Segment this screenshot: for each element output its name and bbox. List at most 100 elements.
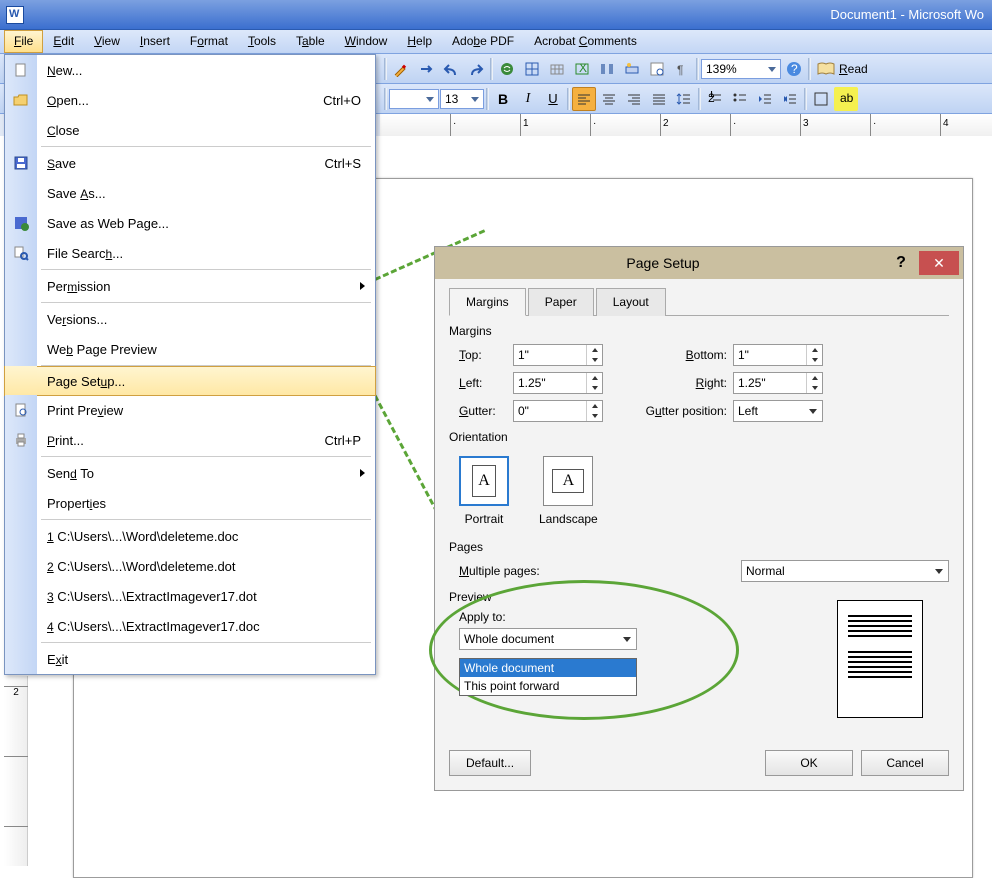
tab-margins[interactable]: Margins: [449, 288, 526, 316]
menu-bar: File Edit View Insert Format Tools Table…: [0, 30, 992, 54]
help-icon[interactable]: ?: [782, 57, 806, 81]
italic-icon[interactable]: I: [516, 87, 540, 111]
menu-file[interactable]: File: [4, 30, 43, 53]
menu-window[interactable]: Window: [335, 30, 398, 53]
menu-adobe-pdf[interactable]: Adobe PDF: [442, 30, 524, 53]
preview-page: [837, 600, 923, 718]
menu-edit[interactable]: Edit: [43, 30, 84, 53]
font-size-value: 13: [445, 92, 458, 106]
pages-label: Pages: [449, 540, 949, 554]
file-menu-item[interactable]: 4 C:\Users\...\ExtractImagever17.doc: [5, 611, 375, 641]
right-input[interactable]: 1.25": [733, 372, 823, 394]
dialog-title: Page Setup: [439, 255, 887, 271]
borders-icon[interactable]: [809, 87, 833, 111]
vertical-ruler: 2: [4, 676, 28, 866]
landscape-option[interactable]: A Landscape: [539, 456, 598, 526]
svg-text:2: 2: [708, 91, 715, 105]
file-menu-item[interactable]: Open...Ctrl+O: [5, 85, 375, 115]
justify-icon[interactable]: [647, 87, 671, 111]
read-button[interactable]: Read: [813, 62, 872, 76]
help-button[interactable]: ?: [887, 254, 915, 272]
style-combo[interactable]: [389, 89, 439, 109]
book-icon: [817, 62, 835, 76]
align-center-icon[interactable]: [597, 87, 621, 111]
bold-icon[interactable]: B: [491, 87, 515, 111]
decrease-indent-icon[interactable]: [753, 87, 777, 111]
svg-text:X: X: [579, 61, 587, 75]
file-menu-item[interactable]: Properties: [5, 488, 375, 518]
file-menu-item[interactable]: 2 C:\Users\...\Word\deleteme.dot: [5, 551, 375, 581]
insert-table-icon[interactable]: [545, 57, 569, 81]
apply-to-option-whole[interactable]: Whole document: [460, 659, 636, 677]
file-menu-item[interactable]: Exit: [5, 644, 375, 674]
bullets-icon[interactable]: [728, 87, 752, 111]
numbering-icon[interactable]: 12: [703, 87, 727, 111]
file-menu-item[interactable]: Web Page Preview: [5, 334, 375, 364]
increase-indent-icon[interactable]: [778, 87, 802, 111]
line-spacing-icon[interactable]: [672, 87, 696, 111]
excel-icon[interactable]: X: [570, 57, 594, 81]
drawing-icon[interactable]: [389, 57, 413, 81]
tables-borders-icon[interactable]: [520, 57, 544, 81]
apply-to-select[interactable]: Whole document: [459, 628, 637, 650]
left-input[interactable]: 1.25": [513, 372, 603, 394]
dialog-tabs: Margins Paper Layout: [449, 287, 949, 316]
file-menu-item[interactable]: Save as Web Page...: [5, 208, 375, 238]
highlight-icon[interactable]: ab: [834, 87, 858, 111]
file-menu-item[interactable]: Close: [5, 115, 375, 145]
top-input[interactable]: 1": [513, 344, 603, 366]
window-title: Document1 - Microsoft Wo: [24, 7, 992, 22]
document-map-icon[interactable]: [645, 57, 669, 81]
menu-insert[interactable]: Insert: [130, 30, 180, 53]
align-left-icon[interactable]: [572, 87, 596, 111]
menu-acrobat-comments[interactable]: Acrobat Comments: [524, 30, 647, 53]
redo-icon[interactable]: [464, 57, 488, 81]
menu-format[interactable]: Format: [180, 30, 238, 53]
menu-view[interactable]: View: [84, 30, 130, 53]
undo-icon[interactable]: [439, 57, 463, 81]
portrait-option[interactable]: A Portrait: [459, 456, 509, 526]
file-menu-item[interactable]: 3 C:\Users\...\ExtractImagever17.dot: [5, 581, 375, 611]
orientation-label: Orientation: [449, 430, 949, 444]
file-menu-item[interactable]: Print...Ctrl+P: [5, 425, 375, 455]
drawing-toolbar-icon[interactable]: [620, 57, 644, 81]
file-menu-item[interactable]: Send To: [5, 458, 375, 488]
file-menu-item[interactable]: Print Preview: [5, 395, 375, 425]
arrow-icon[interactable]: [414, 57, 438, 81]
tab-paper[interactable]: Paper: [528, 288, 594, 316]
ok-button[interactable]: OK: [765, 750, 853, 776]
paragraph-icon[interactable]: ¶: [670, 57, 694, 81]
menu-table[interactable]: Table: [286, 30, 335, 53]
bottom-input[interactable]: 1": [733, 344, 823, 366]
top-label: Top:: [449, 348, 513, 362]
cancel-button[interactable]: Cancel: [861, 750, 949, 776]
align-right-icon[interactable]: [622, 87, 646, 111]
multiple-pages-select[interactable]: Normal: [741, 560, 949, 582]
file-menu-item[interactable]: File Search...: [5, 238, 375, 268]
svg-text:?: ?: [791, 62, 798, 76]
columns-icon[interactable]: [595, 57, 619, 81]
menu-help[interactable]: Help: [397, 30, 442, 53]
zoom-combo[interactable]: 139%: [701, 59, 781, 79]
font-size-combo[interactable]: 13: [440, 89, 484, 109]
gutter-input[interactable]: 0": [513, 400, 603, 422]
file-menu-item[interactable]: Save As...: [5, 178, 375, 208]
file-menu-item[interactable]: 1 C:\Users\...\Word\deleteme.doc: [5, 521, 375, 551]
dialog-title-bar[interactable]: Page Setup ? ✕: [435, 247, 963, 279]
multiple-pages-label: Multiple pages:: [449, 564, 581, 578]
gutter-pos-select[interactable]: Left: [733, 400, 823, 422]
left-label: Left:: [449, 376, 513, 390]
file-menu-item[interactable]: Permission: [5, 271, 375, 301]
menu-tools[interactable]: Tools: [238, 30, 286, 53]
file-menu-item[interactable]: SaveCtrl+S: [5, 148, 375, 178]
default-button[interactable]: Default...: [449, 750, 531, 776]
close-button[interactable]: ✕: [919, 251, 959, 275]
file-menu-item[interactable]: Page Setup...: [4, 366, 376, 396]
apply-to-option-forward[interactable]: This point forward: [460, 677, 636, 695]
hyperlink-icon[interactable]: [495, 57, 519, 81]
file-menu-item[interactable]: New...: [5, 55, 375, 85]
right-label: Right:: [603, 376, 733, 390]
file-menu-item[interactable]: Versions...: [5, 304, 375, 334]
tab-layout[interactable]: Layout: [596, 288, 666, 316]
underline-icon[interactable]: U: [541, 87, 565, 111]
